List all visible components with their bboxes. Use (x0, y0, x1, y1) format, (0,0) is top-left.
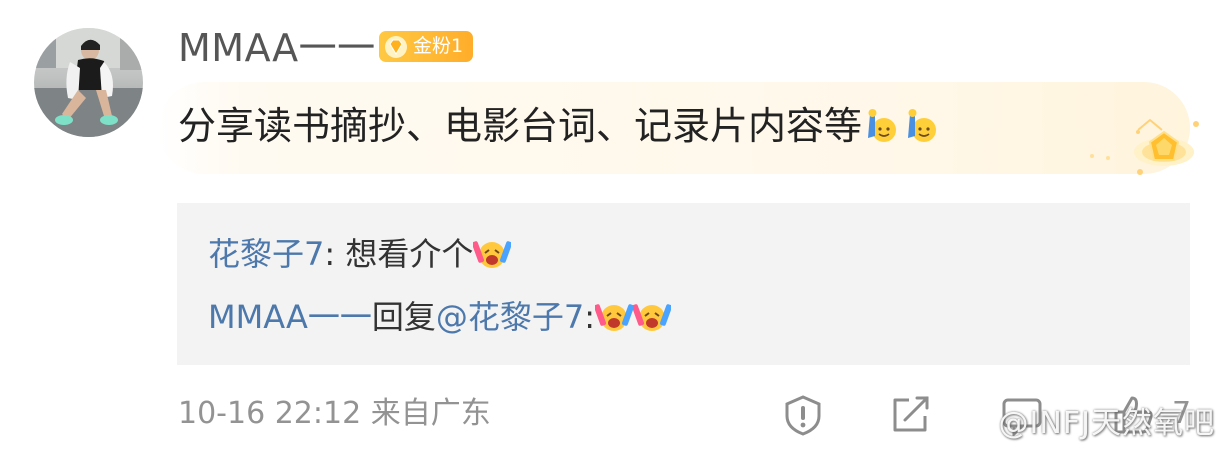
reply-suffix: : (584, 298, 596, 336)
diamond-icon (385, 36, 407, 58)
reply-username[interactable]: MMAA一一 (208, 295, 372, 339)
raising-hand-emoji (868, 109, 897, 142)
reply-item[interactable]: MMAA一一 回复 @花黎子7 : (208, 295, 672, 339)
reply-verb: 回复 (371, 298, 436, 336)
comment-meta: 10-16 22:12 来自广东 (178, 396, 491, 431)
report-icon[interactable] (781, 394, 825, 436)
fan-badge[interactable]: 金粉1 (379, 31, 473, 62)
weibo-logo-icon (958, 414, 986, 437)
avatar[interactable] (34, 28, 143, 137)
excited-face-emoji (633, 304, 672, 331)
comment-content: 分享读书摘抄、电影台词、记录片内容等 (178, 100, 942, 152)
comment-text: 分享读书摘抄、电影台词、记录片内容等 (178, 104, 863, 148)
watermark: @INFJ天然氧吧 (958, 404, 1215, 444)
reply-username[interactable]: 花黎子7 (208, 232, 324, 276)
excited-face-emoji (595, 304, 634, 331)
replies-box[interactable] (177, 203, 1190, 365)
reply-mention[interactable]: @花黎子7 (436, 295, 584, 339)
watermark-text: @INFJ天然氧吧 (998, 406, 1215, 441)
gold-diamond-decoration-icon (1090, 118, 1199, 175)
username[interactable]: MMAA一一 (178, 26, 376, 70)
raising-hand-emoji (908, 109, 937, 142)
reply-item[interactable]: 花黎子7 : 想看介个 (208, 232, 512, 276)
share-icon[interactable] (889, 394, 933, 436)
reply-text: : 想看介个 (324, 235, 474, 273)
badge-label: 金粉1 (413, 35, 464, 57)
excited-face-emoji (473, 241, 512, 268)
